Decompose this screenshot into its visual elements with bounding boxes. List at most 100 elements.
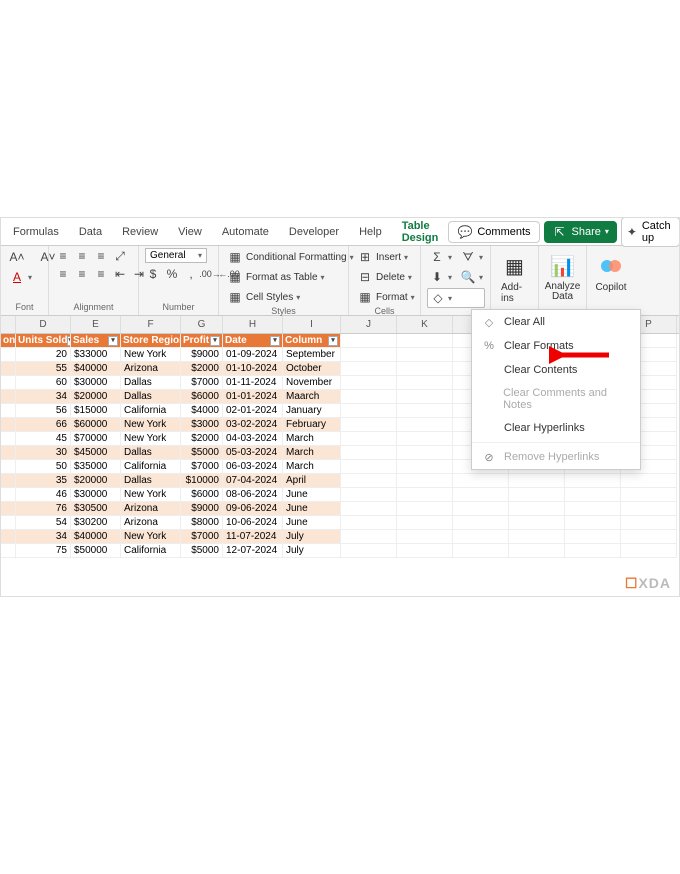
empty-cell[interactable] <box>341 376 397 390</box>
cell-profit[interactable]: $10000 <box>181 474 223 488</box>
clear-button[interactable]: ◇ ▾ <box>427 288 485 308</box>
cell-sales[interactable]: $35000 <box>71 460 121 474</box>
cell[interactable] <box>1 488 16 502</box>
cell-sales[interactable]: $15000 <box>71 404 121 418</box>
cell-month[interactable]: January <box>283 404 341 418</box>
cell-profit[interactable]: $9000 <box>181 502 223 516</box>
th-date[interactable]: Date▾ <box>223 334 283 348</box>
cell-profit[interactable]: $3000 <box>181 418 223 432</box>
col-header-blank[interactable] <box>1 316 16 333</box>
empty-cell[interactable] <box>397 516 453 530</box>
empty-cell[interactable] <box>341 362 397 376</box>
cell-date[interactable]: 03-02-2024 <box>223 418 283 432</box>
cell-units[interactable]: 34 <box>16 390 71 404</box>
cell-month[interactable]: April <box>283 474 341 488</box>
cell-region[interactable]: California <box>121 460 181 474</box>
cell-sales[interactable]: $30000 <box>71 376 121 390</box>
filter-drop-icon[interactable]: ▾ <box>328 336 338 346</box>
indent-left-icon[interactable]: ⇤ <box>112 266 128 282</box>
cell-sales[interactable]: $33000 <box>71 348 121 362</box>
cell-units[interactable]: 30 <box>16 446 71 460</box>
th-on[interactable]: on▾ <box>1 334 16 348</box>
cell[interactable] <box>1 474 16 488</box>
cell-profit[interactable]: $8000 <box>181 516 223 530</box>
cell-styles-button[interactable]: ▦Cell Styles▾ <box>225 288 356 306</box>
cell-date[interactable]: 09-06-2024 <box>223 502 283 516</box>
empty-cell[interactable] <box>397 390 453 404</box>
empty-cell[interactable] <box>509 502 565 516</box>
cell-region[interactable]: New York <box>121 530 181 544</box>
empty-cell[interactable] <box>341 502 397 516</box>
empty-cell[interactable] <box>341 418 397 432</box>
cell[interactable] <box>1 544 16 558</box>
tab-developer[interactable]: Developer <box>279 222 349 242</box>
align-right-icon[interactable]: ≡ <box>93 266 109 282</box>
cell-month[interactable]: March <box>283 460 341 474</box>
format-as-table-button[interactable]: ▦Format as Table▾ <box>225 268 356 286</box>
cell-date[interactable]: 11-07-2024 <box>223 530 283 544</box>
cell-date[interactable]: 04-03-2024 <box>223 432 283 446</box>
fill-button[interactable]: ⬇▾ <box>427 268 454 286</box>
empty-cell[interactable] <box>453 502 509 516</box>
clear-all-item[interactable]: ◇ Clear All <box>472 310 640 334</box>
cell-units[interactable]: 60 <box>16 376 71 390</box>
cell-units[interactable]: 76 <box>16 502 71 516</box>
col-header-k[interactable]: K <box>397 316 453 333</box>
tab-view[interactable]: View <box>168 222 212 242</box>
filter-drop-icon[interactable]: ▾ <box>270 336 280 346</box>
cell-sales[interactable]: $40000 <box>71 362 121 376</box>
empty-cell[interactable] <box>397 348 453 362</box>
percent-icon[interactable]: % <box>164 266 180 282</box>
sort-filter-button[interactable]: ᗊ▾ <box>458 248 485 266</box>
cell-region[interactable]: California <box>121 404 181 418</box>
cell-profit[interactable]: $7000 <box>181 460 223 474</box>
empty-cell[interactable] <box>565 474 621 488</box>
cell-month[interactable]: November <box>283 376 341 390</box>
empty-cell[interactable] <box>341 432 397 446</box>
cell-profit[interactable]: $5000 <box>181 544 223 558</box>
catchup-button[interactable]: ✦ Catch up <box>621 217 680 247</box>
empty-cell[interactable] <box>509 474 565 488</box>
empty-cell[interactable] <box>397 362 453 376</box>
cell-sales[interactable]: $70000 <box>71 432 121 446</box>
conditional-formatting-button[interactable]: ▦Conditional Formatting▾ <box>225 248 356 266</box>
th-profit[interactable]: Profit▾ <box>181 334 223 348</box>
cell-region[interactable]: New York <box>121 432 181 446</box>
cell-region[interactable]: Arizona <box>121 502 181 516</box>
cell[interactable] <box>1 404 16 418</box>
cell-units[interactable]: 45 <box>16 432 71 446</box>
empty-cell[interactable] <box>565 516 621 530</box>
align-middle-icon[interactable]: ≡ <box>74 248 90 264</box>
empty-cell[interactable] <box>565 544 621 558</box>
cell[interactable] <box>1 432 16 446</box>
filter-drop-icon[interactable]: ▾ <box>210 336 220 346</box>
cell-month[interactable]: June <box>283 502 341 516</box>
tab-formulas[interactable]: Formulas <box>3 222 69 242</box>
cell-month[interactable]: June <box>283 516 341 530</box>
cell-sales[interactable]: $30500 <box>71 502 121 516</box>
cell-region[interactable]: Dallas <box>121 474 181 488</box>
cell-month[interactable]: September <box>283 348 341 362</box>
empty-cell[interactable] <box>341 544 397 558</box>
align-bottom-icon[interactable]: ≡ <box>93 248 109 264</box>
increase-decimal-icon[interactable]: .00→ <box>202 266 218 282</box>
empty-cell[interactable] <box>453 530 509 544</box>
cell-date[interactable]: 12-07-2024 <box>223 544 283 558</box>
cell-region[interactable]: Dallas <box>121 446 181 460</box>
cell-units[interactable]: 35 <box>16 474 71 488</box>
align-left-icon[interactable]: ≡ <box>55 266 71 282</box>
cell[interactable] <box>1 446 16 460</box>
share-button[interactable]: ⇱ Share ▾ <box>544 221 617 243</box>
cell-profit[interactable]: $5000 <box>181 446 223 460</box>
empty-cell[interactable] <box>397 474 453 488</box>
cell[interactable] <box>1 418 16 432</box>
accounting-icon[interactable]: $ <box>145 266 161 282</box>
empty-cell[interactable] <box>621 530 677 544</box>
insert-button[interactable]: ⊞Insert▾ <box>355 248 417 266</box>
cell-sales[interactable]: $30000 <box>71 488 121 502</box>
empty-cell[interactable] <box>565 502 621 516</box>
empty-cell[interactable] <box>509 516 565 530</box>
col-header-g[interactable]: G <box>181 316 223 333</box>
cell[interactable] <box>1 460 16 474</box>
orientation-icon[interactable]: ⤢ <box>112 248 128 264</box>
